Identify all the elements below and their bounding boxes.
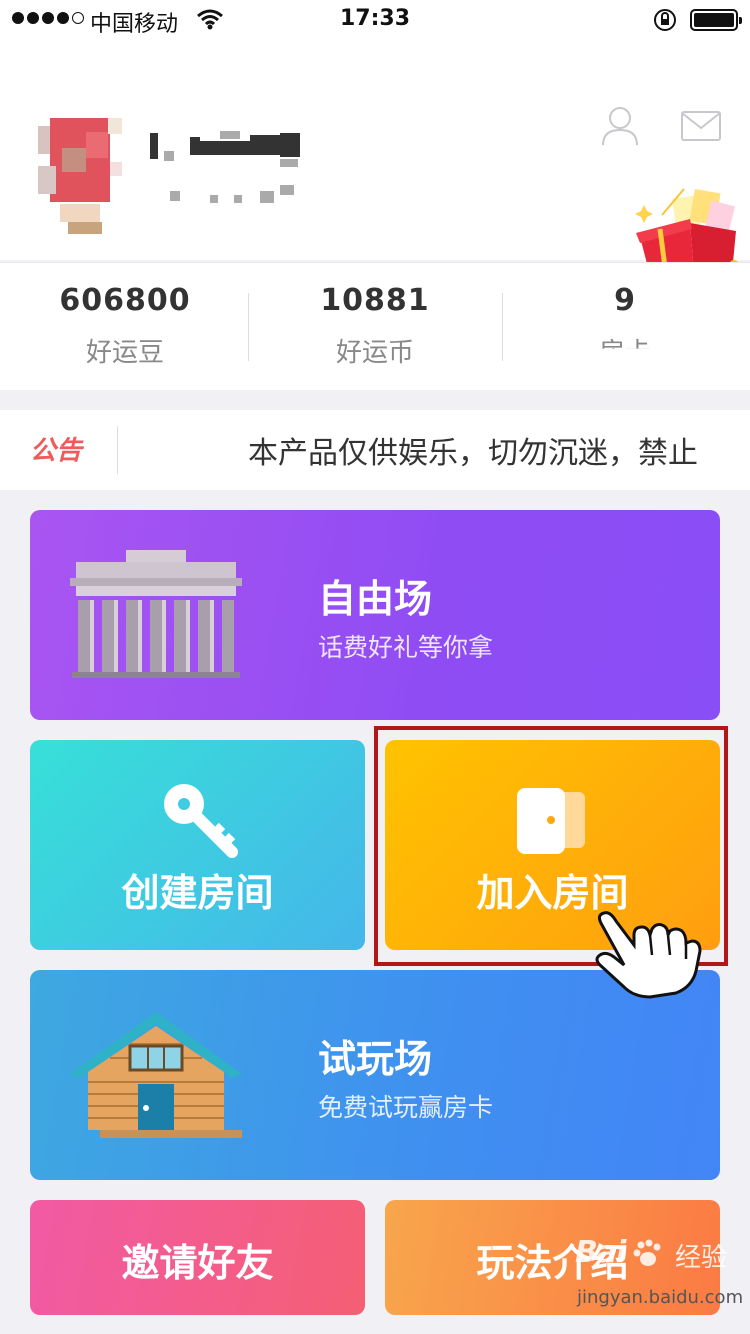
watermark-url: jingyan.baidu.com — [577, 1287, 744, 1308]
stats-bar: 606800 好运豆 10881 好运币 9 房卡 — [0, 262, 750, 390]
battery-icon — [690, 9, 742, 31]
free-match-button[interactable]: 自由场 话费好礼等你拿 — [30, 510, 720, 720]
divider — [117, 426, 118, 474]
card-subtitle: 话费好礼等你拿 — [318, 633, 494, 662]
notice-bar[interactable]: 公告 本产品仅供娱乐，切勿沉迷，禁止 — [0, 410, 750, 490]
mail-icon[interactable] — [680, 110, 722, 146]
notice-marquee-text: 本产品仅供娱乐，切勿沉迷，禁止 — [248, 436, 698, 471]
key-icon — [160, 780, 240, 864]
stat-value: 9 — [614, 283, 636, 318]
baidu-jingyan-watermark: Bai 经验 jingyan.baidu.com — [575, 1235, 743, 1325]
username-blurred — [150, 125, 305, 240]
orientation-lock-icon — [652, 8, 678, 36]
stat-label: 好运豆 — [85, 338, 164, 368]
invite-friends-button[interactable]: 邀请好友 — [30, 1200, 365, 1315]
divider — [248, 293, 249, 361]
stat-value: 10881 — [320, 283, 430, 318]
cabin-icon — [70, 1012, 242, 1144]
clock: 17:33 — [339, 6, 411, 31]
stat-value: 606800 — [59, 283, 191, 318]
card-title: 试玩场 — [318, 1037, 433, 1081]
building-icon — [70, 548, 242, 682]
card-title: 邀请好友 — [121, 1241, 274, 1285]
card-subtitle: 免费试玩赢房卡 — [318, 1093, 494, 1122]
notice-tag: 公告 — [30, 436, 83, 466]
pointing-hand-icon — [590, 905, 705, 1004]
stat-room-cards[interactable]: 9 房卡 — [500, 263, 750, 391]
stat-label: 好运币 — [335, 338, 414, 368]
stat-beans[interactable]: 606800 好运豆 — [0, 263, 250, 391]
avatar[interactable] — [38, 118, 128, 253]
watermark-brand: 经验 — [675, 1243, 728, 1273]
stat-coins[interactable]: 10881 好运币 — [250, 263, 500, 391]
watermark-logo: Bai — [575, 1235, 626, 1270]
paw-icon — [633, 1239, 663, 1273]
user-icon[interactable] — [600, 105, 640, 151]
card-title: 创建房间 — [121, 871, 274, 915]
profile-header — [0, 40, 750, 276]
create-room-button[interactable]: 创建房间 — [30, 740, 365, 950]
card-title: 自由场 — [318, 577, 433, 621]
status-bar: 中国移动 17:33 — [0, 0, 750, 40]
stat-label: 房卡 — [598, 338, 651, 368]
